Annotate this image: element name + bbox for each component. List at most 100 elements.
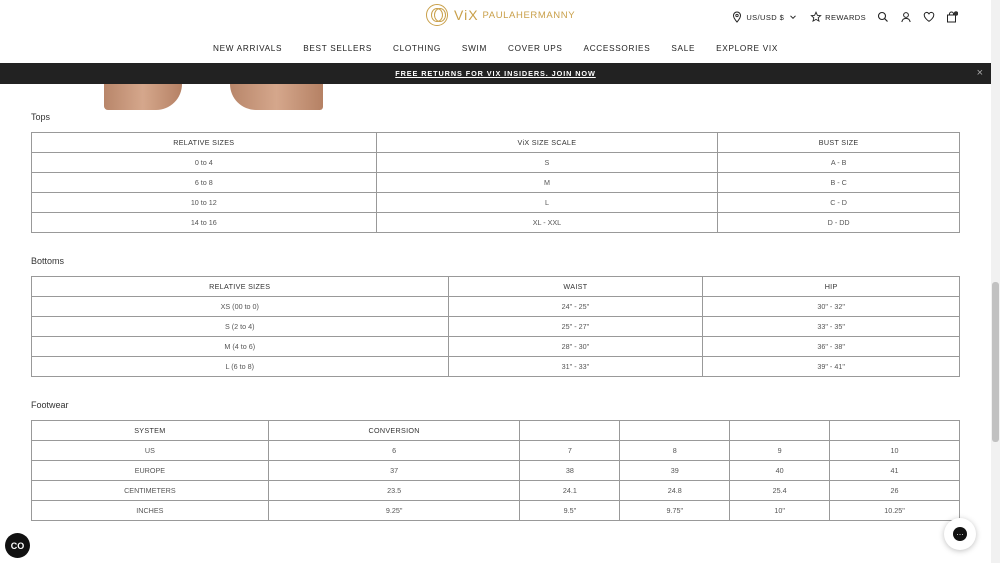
site-header: ViX PAULAHERMANNY US/USD $ REWARDS NEW A… [0,0,991,63]
table-cell: 10 to 12 [31,192,377,213]
table-cell: 39" - 41" [702,356,960,377]
nav-item-accessories[interactable]: ACCESSORIES [584,44,651,53]
location-pin-icon [731,11,743,23]
table-cell: 24.8 [619,480,731,501]
nav-item-sale[interactable]: SALE [671,44,695,53]
model-leg-left [104,84,182,110]
table-cell: 24.1 [519,480,621,501]
table-row: 10 to 12 L C - D [31,192,960,213]
accessibility-button[interactable]: CO [5,533,30,558]
search-icon[interactable] [877,11,889,23]
chat-widget-button[interactable]: … [944,518,976,550]
tops-size-table: RELATIVE SIZES ViX SIZE SCALE BUST SIZE … [31,132,960,233]
table-cell: 0 to 4 [31,152,377,173]
nav-item-cover-ups[interactable]: COVER UPS [508,44,563,53]
table-cell: 33" - 35" [702,316,960,337]
table-row: 6 to 8 M B - C [31,172,960,193]
table-cell: 24" - 25" [447,296,704,317]
nav-item-explore-vix[interactable]: EXPLORE VIX [716,44,778,53]
table-cell: 9.5" [519,500,621,521]
table-cell: 10 [829,440,960,461]
table-cell: 25.4 [729,480,831,501]
locale-selector[interactable]: US/USD $ [731,11,799,23]
footwear-header-empty [619,420,731,441]
rewards-link[interactable]: REWARDS [810,11,866,23]
logo-subtitle: PAULAHERMANNY [482,9,576,21]
page-scrollbar[interactable] [991,0,1000,563]
brand-logo[interactable]: ViX PAULAHERMANNY [426,4,575,26]
scrollbar-thumb[interactable] [992,282,999,442]
table-cell: 9.25" [267,500,521,521]
promo-banner[interactable]: FREE RETURNS FOR VIX INSIDERS. JOIN NOW … [0,63,991,84]
table-cell: 28" - 30" [447,336,704,357]
footwear-size-table: SYSTEM CONVERSION US 6 7 8 9 10 EUROPE 3… [31,420,960,521]
table-cell: A - B [717,152,960,173]
tops-section-title: Tops [31,112,51,122]
nav-item-clothing[interactable]: CLOTHING [393,44,441,53]
table-cell: B - C [717,172,960,193]
table-cell: US [31,440,269,461]
account-icon[interactable] [900,11,912,23]
table-cell: 31" - 33" [447,356,704,377]
table-cell: 14 to 16 [31,212,377,233]
promo-text[interactable]: FREE RETURNS FOR VIX INSIDERS. JOIN NOW [395,69,596,78]
table-cell: 23.5 [267,480,521,501]
table-cell: L (6 to 8) [31,356,449,377]
table-cell: M [375,172,719,193]
utility-bar: US/USD $ REWARDS [731,11,958,23]
bottoms-section-title: Bottoms [31,256,65,266]
table-row: 0 to 4 S A - B [31,152,960,173]
table-cell: XS (00 to 0) [31,296,449,317]
star-icon [810,11,822,23]
model-leg-right [230,84,323,110]
table-cell: 40 [729,460,831,481]
logo-emblem-icon [426,4,448,26]
bottoms-header-relative: RELATIVE SIZES [31,276,449,297]
footwear-header-empty [829,420,960,441]
table-row: US 6 7 8 9 10 [31,440,960,461]
table-row: CENTIMETERS 23.5 24.1 24.8 25.4 26 [31,480,960,501]
table-cell: 7 [519,440,621,461]
nav-item-best-sellers[interactable]: BEST SELLERS [303,44,372,53]
table-cell: S (2 to 4) [31,316,449,337]
table-cell: S [375,152,719,173]
table-cell: C - D [717,192,960,213]
main-navigation: NEW ARRIVALS BEST SELLERS CLOTHING SWIM … [0,44,991,53]
table-cell: EUROPE [31,460,269,481]
footwear-header-empty [729,420,831,441]
table-cell: L [375,192,719,213]
table-cell: M (4 to 6) [31,336,449,357]
table-cell: 36" - 38" [702,336,960,357]
locale-label: US/USD $ [746,12,785,22]
footwear-section-title: Footwear [31,400,69,410]
table-cell: 26 [829,480,960,501]
table-row: 14 to 16 XL - XXL D - DD [31,212,960,233]
model-image-crop [100,84,330,110]
logo-mark: ViX [454,7,479,23]
table-cell: 41 [829,460,960,481]
table-row: S (2 to 4) 25" - 27" 33" - 35" [31,316,960,337]
nav-item-new-arrivals[interactable]: NEW ARRIVALS [213,44,282,53]
table-row: XS (00 to 0) 24" - 25" 30" - 32" [31,296,960,317]
footwear-header-system: SYSTEM [31,420,269,441]
table-row: M (4 to 6) 28" - 30" 36" - 38" [31,336,960,357]
tops-header-scale: ViX SIZE SCALE [375,132,719,153]
table-cell: 38 [519,460,621,481]
table-cell: 39 [619,460,731,481]
chat-bubble-icon: … [953,527,967,541]
close-icon[interactable]: × [977,68,984,79]
table-cell: INCHES [31,500,269,521]
table-cell: 6 [267,440,521,461]
table-cell: 10" [729,500,831,521]
nav-item-swim[interactable]: SWIM [462,44,487,53]
footwear-header-conversion: CONVERSION [267,420,521,441]
table-row: EUROPE 37 38 39 40 41 [31,460,960,481]
table-row: L (6 to 8) 31" - 33" 39" - 41" [31,356,960,377]
accessibility-label: CO [10,540,25,551]
table-cell: 37 [267,460,521,481]
table-cell: 9 [729,440,831,461]
wishlist-heart-icon[interactable] [923,11,935,23]
cart-bag-icon[interactable] [946,11,958,23]
table-cell: 30" - 32" [702,296,960,317]
table-cell: 8 [619,440,731,461]
